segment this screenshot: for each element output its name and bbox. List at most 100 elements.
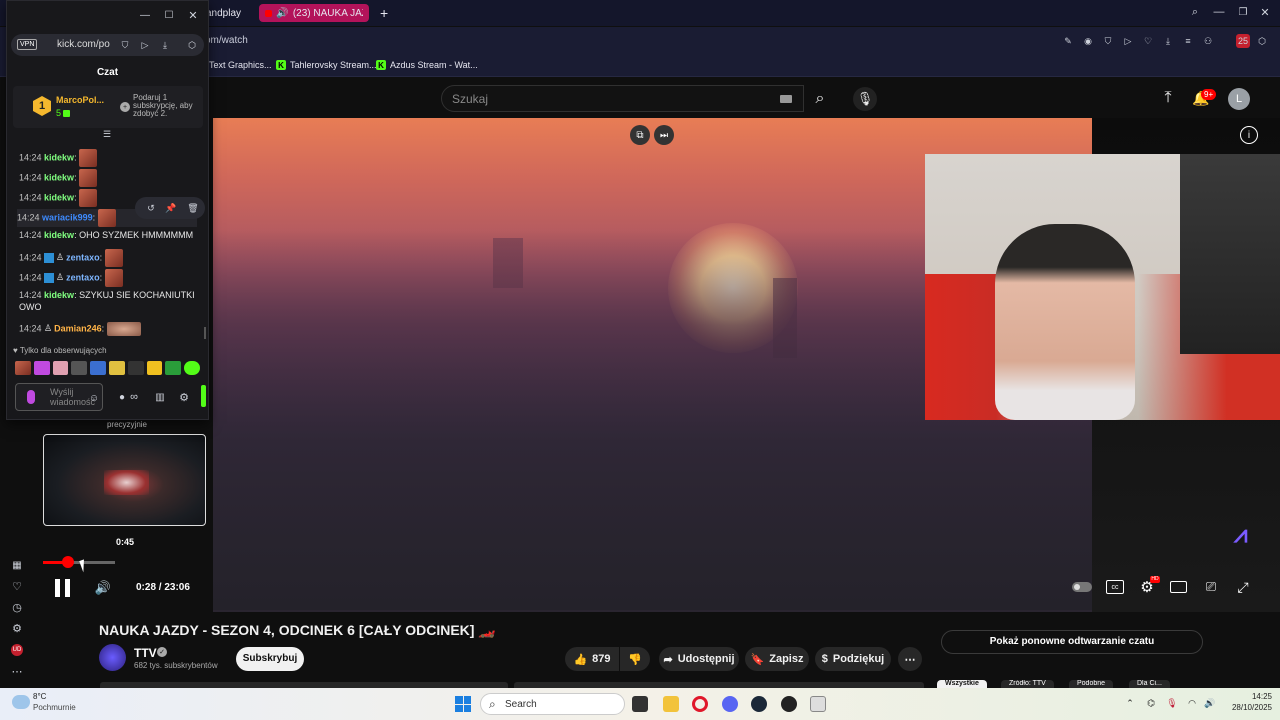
heart-icon[interactable]: ♡ <box>1142 35 1154 47</box>
emote[interactable] <box>127 361 144 375</box>
pause-button[interactable] <box>55 579 71 597</box>
info-icon[interactable]: i <box>1240 126 1258 144</box>
clock-date[interactable]: 28/10/2025 <box>1226 703 1272 712</box>
emote[interactable] <box>52 361 69 375</box>
skip-icon[interactable]: ⏭ <box>654 125 674 145</box>
infinity-icon[interactable]: ∞ <box>127 390 141 404</box>
profile-icon[interactable]: ⚇ <box>1202 35 1214 47</box>
play-icon[interactable]: ▷ <box>1122 35 1134 47</box>
top-gifter-name[interactable]: MarcoPol... <box>56 95 104 105</box>
download-icon[interactable]: ⤓ <box>1162 35 1174 47</box>
grid-icon[interactable]: ▦ <box>10 558 24 572</box>
task-view-icon[interactable] <box>632 696 648 712</box>
emote[interactable] <box>104 269 123 287</box>
chevron-up-icon[interactable]: ⌃ <box>1124 697 1136 709</box>
emote[interactable] <box>33 361 50 375</box>
save-button[interactable]: 🔖 Zapisz <box>745 647 809 671</box>
reply-icon[interactable]: ↺ <box>145 202 157 214</box>
message-user[interactable]: Damian246 <box>54 323 102 333</box>
wifi-icon[interactable]: ◠ <box>1186 697 1198 709</box>
progress-knob[interactable] <box>62 556 74 568</box>
fullscreen-icon[interactable]: ⤢ <box>1234 579 1252 595</box>
popup-url[interactable]: kick.com/po <box>57 39 110 50</box>
shield-icon[interactable]: ⛉ <box>1102 35 1114 47</box>
thanks-button[interactable]: $ Podziękuj <box>815 647 891 671</box>
emote[interactable] <box>79 189 98 207</box>
message-user[interactable]: kidekw <box>44 230 74 240</box>
keyboard-icon[interactable] <box>780 95 792 103</box>
calendar-icon[interactable]: 25 <box>1236 34 1250 48</box>
shield-icon[interactable]: ⛉ <box>119 39 131 51</box>
bookmark-item[interactable]: K Azdus Stream - Wat... <box>376 60 478 70</box>
autoplay-toggle[interactable] <box>1072 582 1092 592</box>
app-icon[interactable] <box>781 696 797 712</box>
search-input[interactable]: Szukaj <box>441 85 804 112</box>
message-user[interactable]: kidekw <box>44 290 74 300</box>
heart-icon[interactable]: ♡ <box>10 579 24 593</box>
history-icon[interactable]: ◷ <box>10 600 24 614</box>
message-user[interactable]: kidekw <box>44 152 74 162</box>
filter-icon[interactable]: ☰ <box>101 129 113 139</box>
theater-icon[interactable] <box>1170 581 1187 593</box>
miniplayer-icon[interactable]: ⧉ <box>630 125 650 145</box>
opera-icon[interactable] <box>692 696 708 712</box>
emote[interactable] <box>108 361 125 375</box>
vpn-badge[interactable]: VPN <box>17 39 38 50</box>
channel-avatar[interactable] <box>99 644 126 671</box>
cast-icon[interactable]: ⎚ <box>1202 579 1220 595</box>
edit-icon[interactable]: ✎ <box>1062 35 1074 47</box>
store-icon[interactable]: ▥ <box>153 390 167 404</box>
subscribe-button[interactable]: Subskrybuj <box>236 647 304 671</box>
new-tab-button[interactable]: + <box>374 4 394 22</box>
download-icon[interactable]: ⤓ <box>159 39 171 51</box>
message-user[interactable]: kidekw <box>44 172 74 182</box>
popup-address-bar[interactable]: VPN kick.com/po ⛉ ▷ ⤓ ⬡ <box>11 34 204 56</box>
volume-icon[interactable]: 🔊 <box>1204 697 1216 709</box>
emote[interactable] <box>104 249 123 267</box>
tab-youtube[interactable]: 🔊 (23) NAUKA JAZDY - <box>259 4 369 22</box>
chat-message[interactable]: 14:24 kidekw: OHO SYZMEK HMMMMMM <box>19 229 199 241</box>
channel-name[interactable]: TTV <box>134 646 157 660</box>
minimize-icon[interactable]: — <box>1212 5 1226 19</box>
chat-input[interactable]: Wyślij wiadomość ☺ <box>15 383 103 411</box>
chat-message[interactable]: 14:24 ♙ zentaxo: <box>19 269 199 287</box>
chat-replay-button[interactable]: Pokaż ponowne odtwarzanie czatu <box>941 630 1203 654</box>
bookmark-item[interactable]: Text Graphics... <box>209 60 272 70</box>
delete-icon[interactable]: 🗑 <box>187 202 199 214</box>
chat-message[interactable]: 14:24 ♙ Damian246: <box>19 322 199 336</box>
extension-icon[interactable]: ⬡ <box>1256 35 1268 47</box>
extension-icon[interactable]: ⬡ <box>186 39 198 51</box>
subtitles-icon[interactable]: cc <box>1106 580 1124 594</box>
dislike-button[interactable]: 👎 <box>620 647 650 671</box>
emote[interactable] <box>146 361 163 375</box>
mic-icon[interactable]: 🎙 <box>1166 697 1178 709</box>
taskbar-search[interactable]: ⌕ Search <box>480 693 625 715</box>
search-button[interactable]: ⌕ <box>804 85 836 112</box>
chip-for-you[interactable]: Dla Ci... <box>1129 680 1170 688</box>
chip-source[interactable]: Źródło: TTV <box>1001 680 1054 688</box>
pin-icon[interactable]: 📌 <box>165 202 177 214</box>
maximize-icon[interactable]: ☐ <box>163 9 175 21</box>
like-button[interactable]: 👍 879 <box>565 647 619 671</box>
share-button[interactable]: ➦ Udostępnij <box>659 647 739 671</box>
bookmark-item[interactable]: K Tahlerovsky Stream... <box>276 60 377 70</box>
emote[interactable] <box>106 322 141 336</box>
emote[interactable] <box>79 149 98 167</box>
emoji-icon[interactable]: ☺ <box>88 392 100 404</box>
upload-icon[interactable]: ⤒ <box>1158 88 1178 108</box>
scrollbar[interactable] <box>204 327 206 339</box>
emote[interactable] <box>165 361 182 375</box>
weather-desc[interactable]: Pochmurnie <box>33 703 76 712</box>
windows-start-icon[interactable] <box>455 696 471 712</box>
weather-icon[interactable] <box>12 695 30 709</box>
settings-icon[interactable]: ⚙ <box>10 621 24 635</box>
emote[interactable] <box>97 209 116 227</box>
url-text[interactable]: om/watch <box>205 35 248 46</box>
menu-icon[interactable]: ≡ <box>1182 35 1194 47</box>
emote[interactable] <box>90 361 106 375</box>
chat-message[interactable]: 14:24 kidekw: <box>19 169 199 187</box>
message-user[interactable]: zentaxo <box>66 252 100 262</box>
send-indicator[interactable] <box>201 385 206 407</box>
weather-temp[interactable]: 8°C <box>33 692 46 701</box>
emote[interactable] <box>71 361 88 375</box>
